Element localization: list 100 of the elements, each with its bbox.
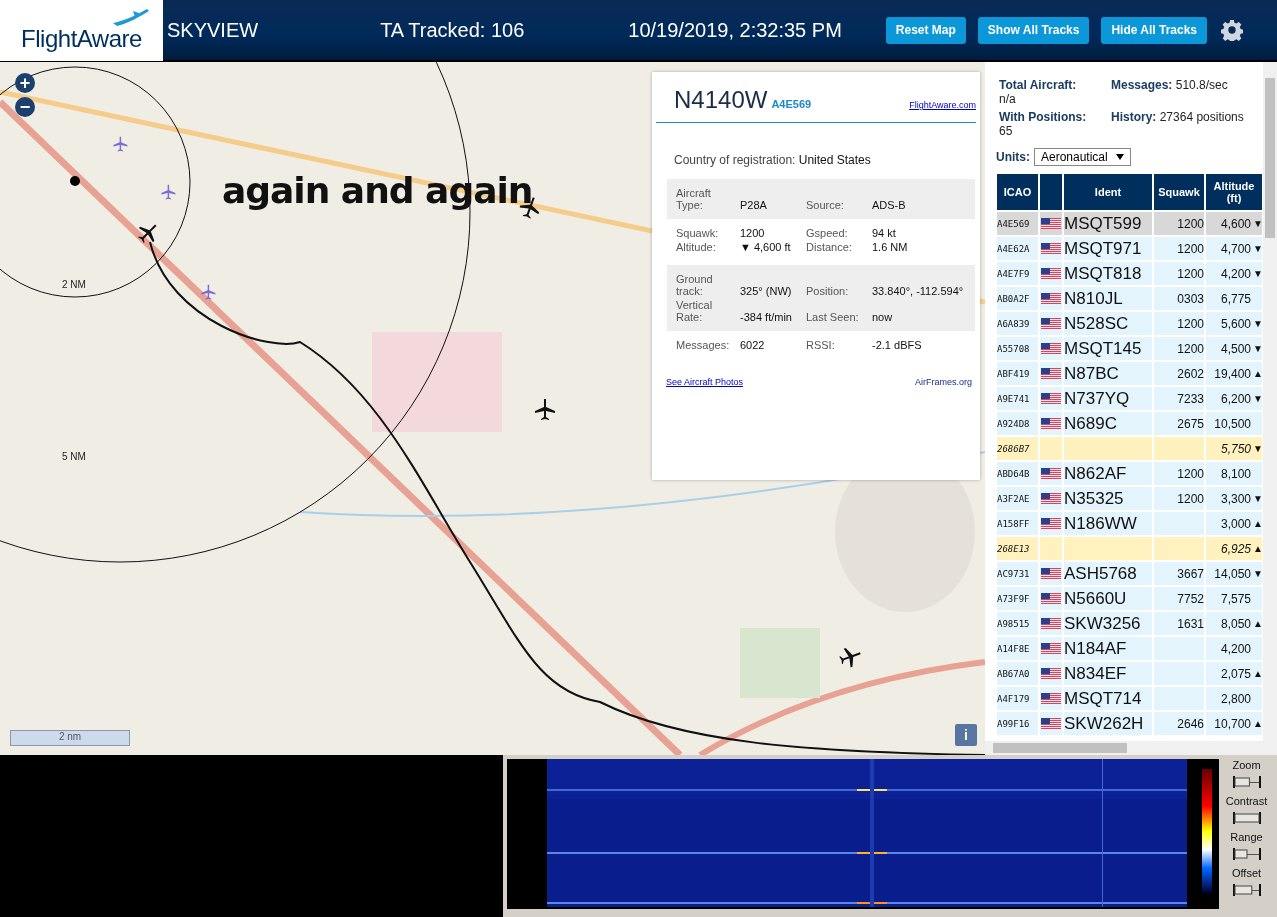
table-cell: MSQT971 bbox=[1064, 237, 1152, 260]
table-cell: N810JL bbox=[1064, 287, 1152, 310]
horizontal-scrollbar[interactable] bbox=[985, 741, 1263, 755]
table-cell: 0303 bbox=[1154, 287, 1204, 310]
field-label: Altitude: bbox=[676, 241, 717, 253]
site-link[interactable]: FlightAware.com bbox=[909, 100, 976, 110]
aircraft-row[interactable]: A4E7F9 MSQT818 1200 4,200 ▼ bbox=[997, 262, 1263, 285]
info-button[interactable]: i bbox=[955, 724, 977, 746]
trend-arrow: ▼ bbox=[1253, 268, 1262, 279]
stat-text: With Positions: 65 bbox=[999, 110, 1088, 138]
field-label: Aircraft Type: bbox=[676, 187, 712, 211]
column-header[interactable]: Ident bbox=[1064, 174, 1152, 210]
table-cell: 1200 bbox=[1154, 212, 1204, 235]
table-cell: A158FF bbox=[997, 512, 1038, 535]
table-cell: 2,075 bbox=[1220, 666, 1251, 681]
aircraft-row[interactable]: ABD64B N862AF 1200 8,100 bbox=[997, 462, 1263, 485]
aircraft-row[interactable]: A4F179 MSQT714 2,800 bbox=[997, 687, 1263, 710]
aircraft-row[interactable]: A4E569 MSQT599 1200 4,600 ▼ bbox=[997, 212, 1263, 235]
field-value: 6022 bbox=[740, 339, 766, 351]
field-value: 325° (NW) bbox=[740, 285, 793, 297]
field-label: Last Seen: bbox=[806, 311, 860, 323]
field-value: -2.1 dBFS bbox=[872, 339, 923, 351]
table-cell: 1200 bbox=[1154, 237, 1204, 260]
table-cell: AB67A0 bbox=[997, 662, 1038, 685]
logo: FlightAware bbox=[0, 0, 163, 61]
aircraft-row[interactable]: 2686B7 5,750 ▼ bbox=[997, 437, 1263, 460]
table-cell: A4E569 bbox=[997, 212, 1038, 235]
table-cell: A4E7F9 bbox=[997, 262, 1038, 285]
table-cell: N689C bbox=[1064, 412, 1152, 435]
aircraft-row[interactable]: A158FF N186WW 3,000 ▲ bbox=[997, 512, 1263, 535]
table-cell: AB0A2F bbox=[997, 287, 1038, 310]
table-cell: 4,200 bbox=[1220, 266, 1251, 281]
table-cell: MSQT599 bbox=[1064, 212, 1152, 235]
table-cell: N184AF bbox=[1064, 637, 1152, 660]
aircraft-row[interactable]: A99F16 SKW262H 2646 10,700 ▲ bbox=[997, 712, 1263, 735]
column-header[interactable]: Squawk bbox=[1154, 174, 1204, 210]
slider[interactable] bbox=[1231, 847, 1262, 861]
table-cell: ABF419 bbox=[997, 362, 1038, 385]
table-cell: A4E62A bbox=[997, 237, 1038, 260]
slider-label: Contrast bbox=[1225, 795, 1268, 807]
table-cell: 2675 bbox=[1154, 412, 1204, 435]
field-label: Position: bbox=[806, 285, 850, 297]
trend-arrow: ▼ bbox=[1253, 318, 1262, 329]
table-cell: 5,750 bbox=[1220, 441, 1251, 456]
date-time: 10/19/2019, 2:32:35 PM bbox=[628, 18, 842, 42]
table-cell: ABD64B bbox=[997, 462, 1038, 485]
aircraft-row[interactable]: A4E62A MSQT971 1200 4,700 ▼ bbox=[997, 237, 1263, 260]
table-cell: 2602 bbox=[1154, 362, 1204, 385]
photos-link[interactable]: See Aircraft Photos bbox=[666, 377, 744, 387]
field-value: P28A bbox=[740, 199, 768, 211]
airframes-link[interactable]: AirFrames.org bbox=[915, 377, 972, 387]
table-cell: 8,100 bbox=[1220, 466, 1251, 481]
annotation-text: again and again bbox=[222, 170, 533, 211]
aircraft-row[interactable]: 268E13 6,925 ▲ bbox=[997, 537, 1263, 560]
table-cell: 1200 bbox=[1154, 462, 1204, 485]
units-select[interactable]: Aeronautical bbox=[1034, 148, 1131, 166]
slider[interactable] bbox=[1231, 775, 1262, 789]
table-cell: 7,575 bbox=[1220, 591, 1251, 606]
field-value: 1.6 NM bbox=[872, 241, 909, 253]
aircraft-row[interactable]: AB67A0 N834EF 2,075 ▲ bbox=[997, 662, 1263, 685]
table-cell: 5,600 bbox=[1220, 316, 1251, 331]
table-cell: 6,775 bbox=[1220, 291, 1251, 306]
table-cell: 4,600 bbox=[1220, 216, 1251, 231]
field-label: Vertical Rate: bbox=[676, 299, 714, 323]
settings-icon[interactable] bbox=[1221, 19, 1243, 41]
aircraft-row[interactable]: A98515 SKW3256 1631 8,050 ▲ bbox=[997, 612, 1263, 635]
column-header[interactable]: Altitude (ft) bbox=[1206, 174, 1262, 210]
slider[interactable] bbox=[1231, 883, 1262, 897]
aircraft-row[interactable]: ABF419 N87BC 2602 19,400 ▲ bbox=[997, 362, 1263, 385]
table-cell: 19,400 bbox=[1214, 366, 1251, 381]
trend-arrow: ▲ bbox=[1253, 368, 1262, 379]
aircraft-row[interactable]: A6A839 N528SC 1200 5,600 ▼ bbox=[997, 312, 1263, 335]
column-header[interactable]: ICAO bbox=[997, 174, 1038, 210]
aircraft-row[interactable]: AB0A2F N810JL 0303 6,775 bbox=[997, 287, 1263, 310]
table-cell: SKW3256 bbox=[1064, 612, 1152, 635]
airplane-icon[interactable] bbox=[533, 398, 557, 422]
slider[interactable] bbox=[1231, 811, 1262, 825]
aircraft-row[interactable]: A73F9F N5660U 7752 7,575 bbox=[997, 587, 1263, 610]
table-cell: 1200 bbox=[1154, 312, 1204, 335]
aircraft-row[interactable]: AC9731 ASH5768 3667 14,050 ▼ bbox=[997, 562, 1263, 585]
vertical-scrollbar[interactable] bbox=[1263, 62, 1277, 755]
table-cell: 268E13 bbox=[997, 537, 1038, 560]
table-cell: 3,300 bbox=[1220, 491, 1251, 506]
table-cell: 8,050 bbox=[1220, 616, 1251, 631]
table-cell: 1200 bbox=[1154, 337, 1204, 360]
table-cell: 2,800 bbox=[1220, 691, 1251, 706]
aircraft-row[interactable]: A9E741 N737YQ 7233 6,200 ▼ bbox=[997, 387, 1263, 410]
aircraft-row[interactable]: A3F2AE N35325 1200 3,300 ▼ bbox=[997, 487, 1263, 510]
table-cell: 7233 bbox=[1154, 387, 1204, 410]
aircraft-row[interactable]: A55708 MSQT145 1200 4,500 ▼ bbox=[997, 337, 1263, 360]
table-cell: N834EF bbox=[1064, 662, 1152, 685]
trend-arrow: ▼ bbox=[1253, 493, 1262, 504]
aircraft-row[interactable]: A14F8E N184AF 4,200 bbox=[997, 637, 1263, 660]
field-value: ADS-B bbox=[872, 199, 907, 211]
table-cell: A4F179 bbox=[997, 687, 1038, 710]
table-cell: N862AF bbox=[1064, 462, 1152, 485]
trend-arrow: ▲ bbox=[1253, 718, 1262, 729]
table-cell: MSQT714 bbox=[1064, 687, 1152, 710]
aircraft-row[interactable]: A924D8 N689C 2675 10,500 bbox=[997, 412, 1263, 435]
field-value: 94 kt bbox=[872, 227, 897, 239]
